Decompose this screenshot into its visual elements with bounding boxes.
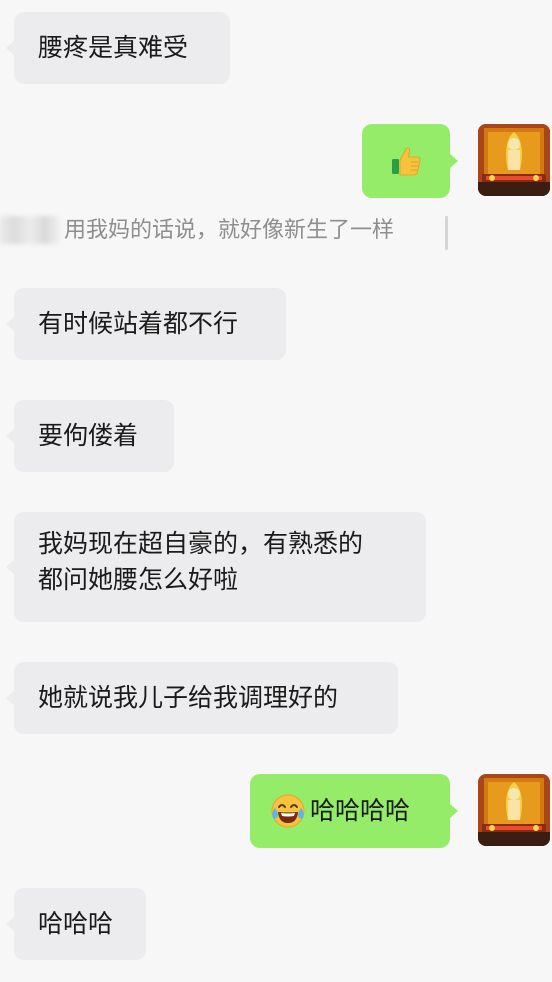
outgoing-message[interactable]: 哈哈哈哈 bbox=[250, 774, 458, 848]
blurred-name bbox=[0, 216, 60, 244]
message-text: 哈哈哈 bbox=[38, 909, 114, 938]
incoming-message[interactable]: 要佝偻着 bbox=[6, 400, 174, 472]
message-text-line: 我妈现在超自豪的，有熟悉的 bbox=[38, 529, 364, 558]
quote-divider bbox=[445, 216, 448, 250]
chat-view: 腰疼是真难受 用我妈的话说，就好像新生了一样 有时候站着都不行 要佝偻着 我妈现… bbox=[0, 0, 552, 982]
message-text: 要佝偻着 bbox=[38, 421, 139, 450]
thumbs-up-icon bbox=[389, 144, 423, 178]
message-text: 她就说我儿子给我调理好的 bbox=[38, 683, 339, 712]
incoming-message[interactable]: 有时候站着都不行 bbox=[6, 288, 286, 360]
incoming-message[interactable]: 哈哈哈 bbox=[6, 888, 146, 960]
incoming-message[interactable]: 我妈现在超自豪的，有熟悉的 都问她腰怎么好啦 bbox=[6, 512, 426, 622]
incoming-message[interactable]: 腰疼是真难受 bbox=[6, 12, 230, 84]
message-text: 哈哈哈哈 bbox=[310, 796, 411, 825]
incoming-message[interactable]: 她就说我儿子给我调理好的 bbox=[6, 662, 398, 734]
outgoing-message[interactable] bbox=[362, 124, 458, 198]
message-text: 有时候站着都不行 bbox=[38, 309, 239, 338]
quote-text: 用我妈的话说，就好像新生了一样 bbox=[64, 218, 395, 243]
laughing-tears-icon bbox=[270, 793, 306, 829]
message-text-line: 都问她腰怎么好啦 bbox=[38, 565, 239, 594]
message-text: 腰疼是真难受 bbox=[38, 33, 189, 62]
quoted-message[interactable]: 用我妈的话说，就好像新生了一样 bbox=[0, 206, 552, 256]
avatar[interactable] bbox=[478, 124, 550, 196]
avatar[interactable] bbox=[478, 774, 550, 846]
